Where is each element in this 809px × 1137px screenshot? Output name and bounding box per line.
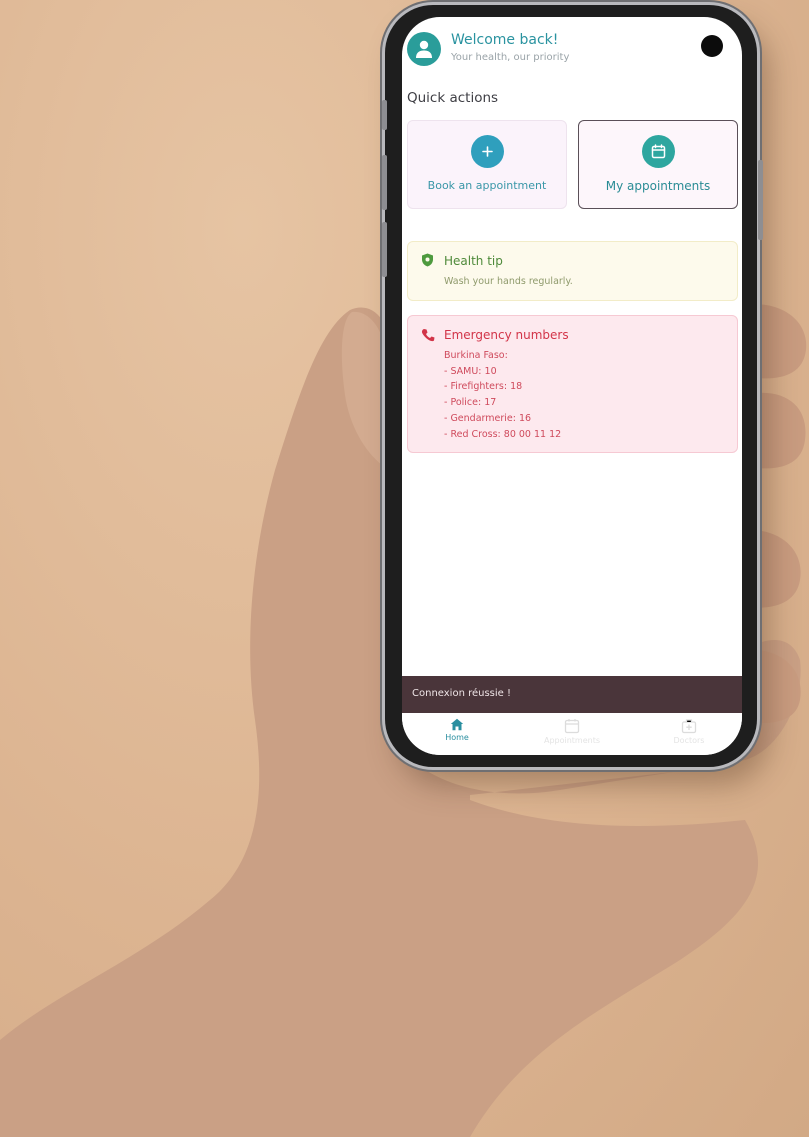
calendar-icon bbox=[564, 719, 580, 734]
toast-snackbar: Connexion réussie ! bbox=[402, 676, 742, 713]
emergency-line: - SAMU: 10 bbox=[444, 365, 497, 377]
nav-doctors[interactable]: Doctors bbox=[634, 718, 742, 745]
plus-icon bbox=[482, 146, 493, 157]
nav-home[interactable]: Home bbox=[402, 718, 512, 742]
my-appointments-button[interactable]: My appointments bbox=[578, 120, 738, 209]
nav-appointments[interactable]: Appointments bbox=[517, 718, 627, 745]
phone-icon bbox=[421, 329, 435, 342]
avatar[interactable] bbox=[407, 32, 441, 66]
calendar-icon bbox=[651, 144, 666, 159]
quick-actions-title: Quick actions bbox=[407, 90, 499, 106]
calendar-icon-circle bbox=[642, 135, 675, 168]
phone-side-button bbox=[382, 222, 387, 277]
emergency-line: Burkina Faso: bbox=[444, 350, 508, 361]
plus-icon-circle bbox=[471, 135, 504, 168]
nav-doctors-label: Doctors bbox=[673, 736, 705, 745]
health-tip-text: Wash your hands regularly. bbox=[444, 276, 573, 287]
app-screen: Welcome back! Your health, our priority … bbox=[402, 17, 742, 755]
nav-home-label: Home bbox=[445, 733, 469, 742]
toast-message: Connexion réussie ! bbox=[412, 688, 512, 699]
phone-power-button bbox=[758, 160, 763, 240]
app-header: Welcome back! Your health, our priority bbox=[402, 17, 742, 77]
emergency-line: - Gendarmerie: 16 bbox=[444, 412, 532, 424]
nav-appointments-label: Appointments bbox=[543, 736, 601, 745]
book-appointment-label: Book an appointment bbox=[427, 179, 547, 192]
welcome-subtitle: Your health, our priority bbox=[451, 52, 570, 63]
front-camera bbox=[701, 35, 723, 57]
book-appointment-button[interactable]: Book an appointment bbox=[407, 120, 567, 209]
emergency-line: - Firefighters: 18 bbox=[444, 381, 523, 393]
emergency-line: - Red Cross: 80 00 11 12 bbox=[444, 428, 562, 440]
emergency-line: - Police: 17 bbox=[444, 397, 497, 409]
phone-side-button bbox=[382, 155, 387, 210]
home-icon bbox=[450, 718, 464, 731]
health-tip-title: Health tip bbox=[444, 254, 503, 268]
emergency-title: Emergency numbers bbox=[444, 328, 569, 342]
my-appointments-label: My appointments bbox=[605, 179, 711, 193]
emergency-list: Burkina Faso: - SAMU: 10 - Firefighters:… bbox=[444, 348, 561, 442]
medical-bag-icon bbox=[681, 719, 697, 734]
emergency-numbers-card: Emergency numbers Burkina Faso: - SAMU: … bbox=[407, 315, 738, 453]
health-tip-card: Health tip Wash your hands regularly. bbox=[407, 241, 738, 301]
welcome-title: Welcome back! bbox=[451, 32, 559, 48]
phone-side-button bbox=[382, 100, 387, 130]
shield-icon bbox=[422, 253, 433, 267]
person-icon bbox=[416, 40, 432, 58]
bottom-navigation: Home Appointments Doctors bbox=[402, 713, 742, 755]
